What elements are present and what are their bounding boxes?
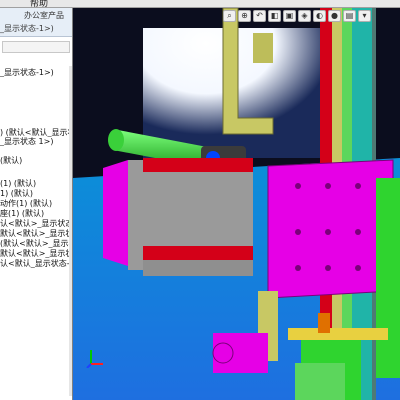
tree-item[interactable]: _显示状态 1>) [0,137,70,146]
panel-header: 办公室产品 _显示状态-1>) [0,8,72,37]
bracket-arm [253,33,273,63]
edit-appearance-icon[interactable]: ● [328,10,341,22]
cad-model-scene[interactable] [73,8,400,400]
title-bar: 帮助 [0,0,400,9]
lower-rail [143,246,253,260]
feature-manager-panel: 办公室产品 _显示状态-1>) _显示状态-1>) ) (默认<默认_显示状态-… [0,8,73,400]
tree-item[interactable]: 认<默认>_显示状态 1 [0,219,70,228]
panel-header-line: _显示状态-1>) [0,24,54,33]
section-view-icon[interactable]: ◧ [268,10,281,22]
previous-view-icon[interactable]: ↶ [253,10,266,22]
tree-item[interactable]: ) (默认<默认_显示状态- [0,128,70,137]
tree-item[interactable]: (默认) [0,156,70,165]
lower-cylinder [212,342,234,364]
tree-item[interactable]: (1) (默认) [0,179,70,188]
tree-scrollbar[interactable] [69,66,72,396]
tree-item[interactable]: 动作(1) (默认) [0,199,70,208]
tree-item[interactable]: 默认<默认>_显示状态 [0,249,70,258]
tree-item[interactable]: 1) (默认) [0,189,70,198]
display-style-icon[interactable]: ◈ [298,10,311,22]
tree-item[interactable]: 座(1) (默认) [0,209,70,218]
view-orientation-icon[interactable]: ▣ [283,10,296,22]
zoom-area-icon[interactable]: ⊕ [238,10,251,22]
rod-end [108,129,124,151]
tree-item[interactable]: (默认<默认>_显示状 [0,239,70,248]
main-plate [267,159,394,299]
coordinate-triad-icon [86,350,103,368]
upper-rail [143,158,253,172]
office-products-tab[interactable]: 办公室产品 [24,10,64,21]
cylinder-cap [103,160,128,266]
yellow-bar [288,328,388,340]
apply-scene-icon[interactable]: ▤ [343,10,356,22]
green-frame [376,178,400,378]
view-settings-icon[interactable]: ▾ [358,10,371,22]
tree-item[interactable]: _显示状态-1>) [0,68,70,77]
cylinder-base [143,260,253,276]
heads-up-view-toolbar: ⌕ ⊕ ↶ ◧ ▣ ◈ ◐ ● ▤ ▾ [223,10,371,22]
filter-box[interactable] [2,41,70,53]
hide-show-icon[interactable]: ◐ [313,10,326,22]
graphics-area[interactable]: ⌕ ⊕ ↶ ◧ ▣ ◈ ◐ ● ▤ ▾ [73,8,400,400]
tree-item[interactable]: 默认<默认>_显示状态 [0,229,70,238]
zoom-to-fit-icon[interactable]: ⌕ [223,10,236,22]
tree-item[interactable]: 认<默认_显示状态-1>) [0,259,70,268]
orange-block [318,313,330,333]
green-base [295,363,345,400]
